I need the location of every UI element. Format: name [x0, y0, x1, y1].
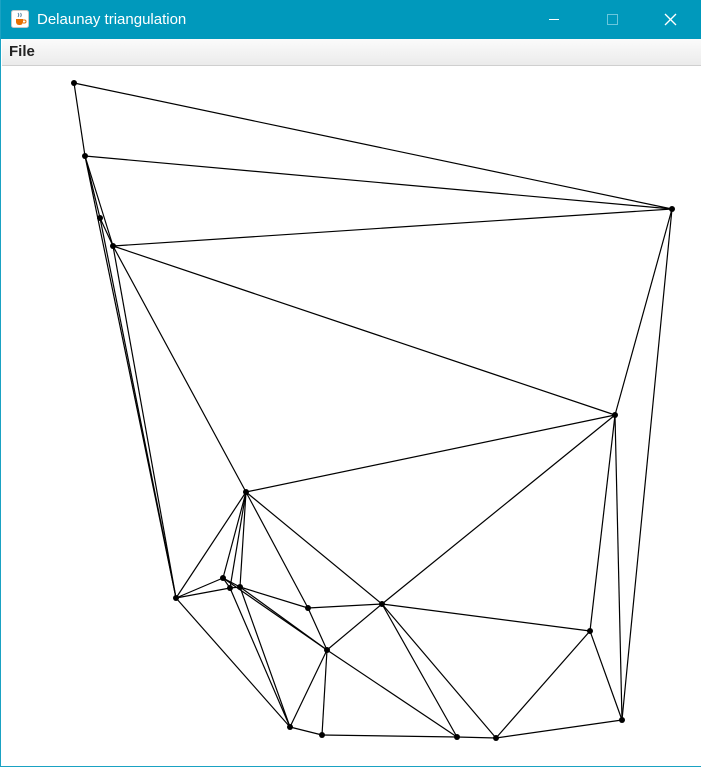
triangulation-edge — [84, 155, 673, 210]
triangulation-edge — [112, 208, 673, 247]
triangulation-edge — [222, 491, 247, 579]
triangulation-edge — [99, 217, 177, 599]
triangulation-edge — [73, 82, 673, 210]
triangulation-edge — [73, 82, 86, 157]
triangulation-vertex[interactable] — [227, 585, 233, 591]
triangulation-edge — [245, 491, 309, 609]
triangulation-edge — [289, 649, 328, 728]
java-cup-icon — [11, 10, 29, 28]
triangulation-edge — [239, 586, 291, 728]
triangulation-edge — [621, 208, 673, 721]
triangulation-edge — [245, 491, 383, 605]
triangulation-vertex[interactable] — [612, 412, 618, 418]
triangulation-edge — [307, 603, 383, 609]
vertices-layer — [71, 80, 675, 741]
maximize-icon — [607, 14, 618, 25]
triangulation-edge — [495, 630, 591, 739]
triangulation-vertex[interactable] — [287, 724, 293, 730]
triangulation-edge — [326, 649, 458, 738]
triangulation-vertex[interactable] — [220, 575, 226, 581]
triangulation-edge — [614, 414, 623, 721]
triangulation-vertex[interactable] — [305, 605, 311, 611]
triangulation-edge — [321, 649, 328, 736]
triangulation-vertex[interactable] — [379, 601, 385, 607]
triangulation-edge — [589, 630, 623, 721]
triangulation-vertex[interactable] — [173, 595, 179, 601]
triangulation-edge — [112, 245, 177, 599]
triangulation-edge — [495, 719, 623, 739]
triangulation-edge — [381, 603, 591, 632]
triangulation-edge — [84, 155, 114, 247]
minimize-icon — [549, 19, 559, 20]
triangulation-vertex[interactable] — [619, 717, 625, 723]
close-button[interactable] — [641, 0, 699, 39]
close-icon — [664, 13, 677, 26]
app-window: Delaunay triangulation File — [0, 0, 701, 767]
triangulation-edge — [326, 603, 383, 651]
triangulation-edge — [381, 603, 497, 739]
triangulation-edge — [175, 587, 231, 599]
triangulation-drawing[interactable] — [2, 66, 701, 766]
triangulation-vertex[interactable] — [97, 215, 103, 221]
triangulation-vertex[interactable] — [493, 735, 499, 741]
triangulation-edge — [321, 734, 458, 738]
triangulation-canvas[interactable] — [2, 66, 701, 766]
triangulation-edge — [175, 491, 247, 599]
menu-bar: File — [2, 39, 701, 66]
triangulation-vertex[interactable] — [324, 647, 330, 653]
triangulation-edge — [175, 597, 291, 728]
triangulation-edge — [112, 245, 616, 416]
triangulation-vertex[interactable] — [587, 628, 593, 634]
triangulation-edge — [456, 736, 497, 739]
triangulation-edge — [112, 245, 247, 493]
triangulation-edge — [289, 726, 323, 736]
triangulation-edge — [239, 491, 247, 588]
triangulation-vertex[interactable] — [669, 206, 675, 212]
triangulation-edge — [229, 587, 291, 728]
minimize-button[interactable] — [525, 0, 583, 39]
triangulation-edge — [229, 491, 247, 589]
maximize-button[interactable] — [583, 0, 641, 39]
triangulation-vertex[interactable] — [243, 489, 249, 495]
triangulation-edge — [381, 414, 616, 605]
triangulation-vertex[interactable] — [110, 243, 116, 249]
triangulation-edge — [381, 603, 458, 738]
triangulation-edge — [245, 414, 616, 493]
triangulation-edge — [614, 208, 673, 416]
title-bar[interactable]: Delaunay triangulation — [1, 0, 701, 39]
triangulation-vertex[interactable] — [319, 732, 325, 738]
edges-layer — [73, 82, 673, 739]
menu-file[interactable]: File — [9, 43, 35, 60]
triangulation-edge — [99, 217, 114, 247]
triangulation-vertex[interactable] — [454, 734, 460, 740]
triangulation-vertex[interactable] — [237, 584, 243, 590]
triangulation-vertex[interactable] — [82, 153, 88, 159]
triangulation-edge — [589, 414, 616, 632]
window-title: Delaunay triangulation — [37, 11, 187, 28]
triangulation-vertex[interactable] — [71, 80, 77, 86]
